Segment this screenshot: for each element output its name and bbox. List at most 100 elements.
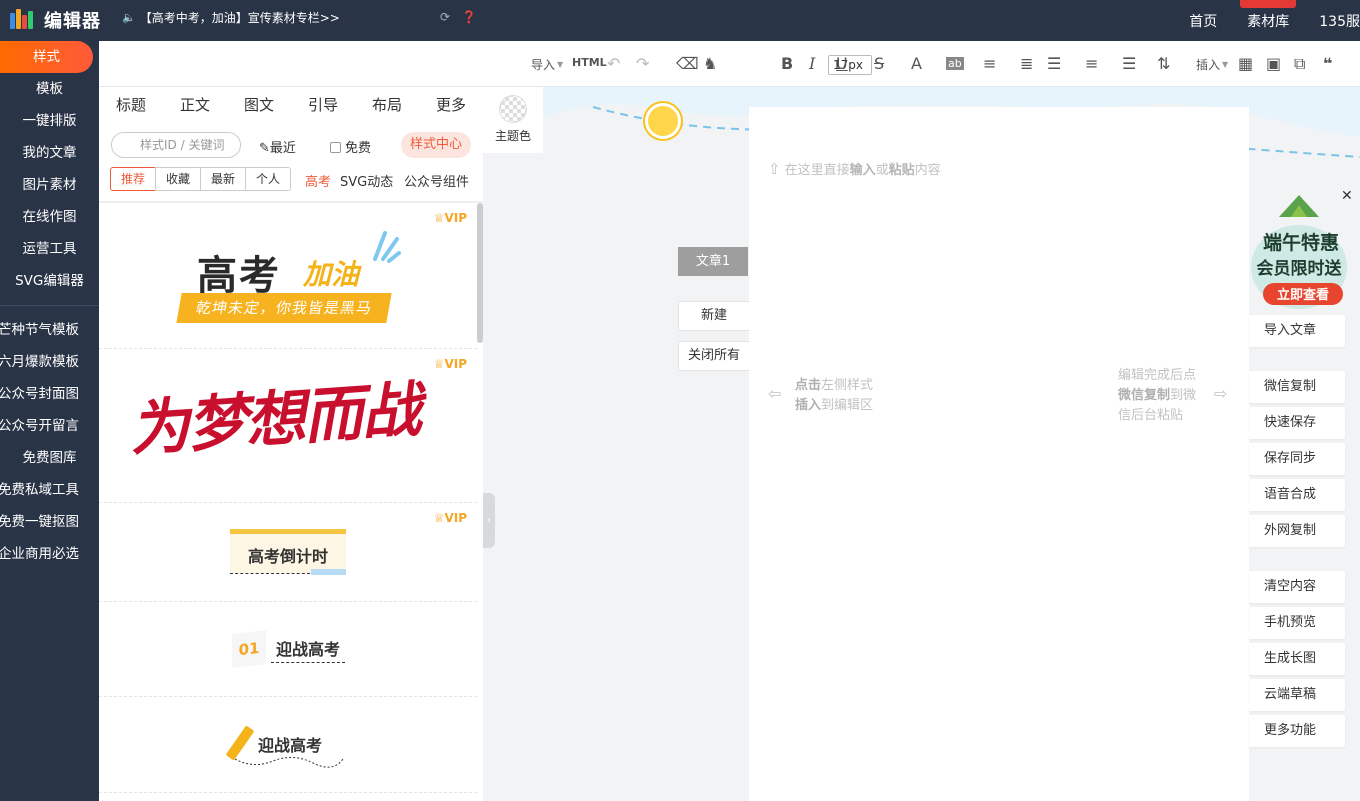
redo-icon[interactable]: ↷	[636, 54, 649, 73]
fn-wechat-copy[interactable]: 微信复制	[1249, 371, 1345, 403]
sidebar-promo[interactable]: 公众号封面图	[0, 378, 99, 410]
editor-canvas[interactable]	[749, 107, 1249, 801]
style-card[interactable]: ♕VIP 高考倒计时	[99, 503, 477, 602]
tab-guide[interactable]: 引导	[291, 87, 355, 123]
line-spacing-icon[interactable]: ≡	[1085, 54, 1098, 73]
card-dream-title: 为梦想而战	[127, 374, 422, 466]
subtab-favorites[interactable]: 收藏	[155, 167, 202, 191]
sidebar-promo[interactable]: 免费一键抠图	[0, 506, 99, 538]
keyword-components[interactable]: 公众号组件	[404, 171, 469, 190]
notice-banner[interactable]: 🔈 【高考中考，加油】宣传素材专栏>>	[122, 9, 340, 26]
fn-tts[interactable]: 语音合成	[1249, 479, 1345, 511]
font-color-icon[interactable]: A	[911, 54, 922, 73]
fn-more[interactable]: 更多功能	[1249, 715, 1345, 747]
editor-toolbar: 导入 ▼ HTML ↶ ↷ ⌫ ♞ 17px B I U S A ab ≡ ≣ ☰…	[99, 41, 1360, 87]
eraser-icon[interactable]: ⌫	[676, 54, 699, 73]
sidebar-promo[interactable]: 免费私域工具	[0, 474, 99, 506]
style-card[interactable]: ♕VIP 为梦想而战	[99, 349, 477, 503]
sidebar-promo[interactable]: 免费图库	[0, 442, 99, 474]
sidebar-promo[interactable]: 六月爆款模板	[0, 346, 99, 378]
sidebar-item-ops-tools[interactable]: 运营工具	[0, 233, 99, 265]
subtab-latest[interactable]: 最新	[200, 167, 247, 191]
sidebar-promo[interactable]: 芒种节气模板	[0, 314, 99, 346]
font-size-select[interactable]: 17px	[828, 55, 872, 75]
sidebar-item-template[interactable]: 模板	[0, 73, 99, 105]
align-icon[interactable]: ≡	[983, 54, 996, 73]
style-card[interactable]: ♕VIP 高考 加油 乾坤未定，你我皆是黑马	[99, 203, 477, 349]
image-icon[interactable]: ▣	[1266, 54, 1281, 73]
paragraph-spacing-icon[interactable]: ☰	[1047, 54, 1061, 73]
line-height-icon[interactable]: ⇅	[1157, 54, 1170, 73]
fn-import-article[interactable]: 导入文章	[1249, 315, 1345, 347]
tab-layout[interactable]: 布局	[355, 87, 419, 123]
keyword-gaokao[interactable]: 高考	[305, 171, 331, 190]
sidebar-item-style[interactable]: 样式	[0, 41, 93, 73]
insert-dropdown[interactable]: 插入 ▼	[1196, 56, 1228, 73]
import-dropdown[interactable]: 导入 ▼	[531, 56, 563, 73]
fn-mobile-preview[interactable]: 手机预览	[1249, 607, 1345, 639]
card-gaokao-cheer: 加油	[303, 258, 360, 291]
logo-mark-icon	[10, 9, 38, 31]
strike-icon[interactable]: S	[874, 54, 884, 73]
tab-more[interactable]: 更多	[419, 87, 483, 123]
fn-long-image[interactable]: 生成长图	[1249, 643, 1345, 675]
tab-image-text[interactable]: 图文	[227, 87, 291, 123]
close-icon[interactable]: ✕	[1341, 188, 1353, 204]
bold-icon[interactable]: B	[781, 54, 793, 73]
gallery-icon[interactable]: ⧉	[1294, 54, 1305, 74]
quote-icon[interactable]: ❝	[1323, 54, 1332, 73]
up-arrow-icon: ⇧	[768, 160, 781, 178]
nav-service[interactable]: 135服务	[1319, 11, 1360, 31]
sidebar-item-svg-editor[interactable]: SVG编辑器	[0, 265, 99, 297]
tab-body[interactable]: 正文	[163, 87, 227, 123]
collapse-panel-icon[interactable]: ‹	[483, 493, 495, 548]
fn-quick-save[interactable]: 快速保存	[1249, 407, 1345, 439]
close-all-button[interactable]: 关闭所有	[678, 341, 750, 371]
subtab-recommend[interactable]: 推荐	[110, 167, 157, 191]
italic-icon[interactable]: I	[809, 54, 815, 73]
style-card[interactable]: 01 迎战高考	[99, 602, 477, 697]
doc-tab[interactable]: 文章1	[678, 247, 748, 276]
nav-library[interactable]: 素材库	[1247, 11, 1289, 31]
search-input[interactable]: 样式ID / 关键词	[111, 132, 241, 158]
theme-color-button[interactable]: 主题色	[483, 87, 543, 153]
style-card[interactable]: 迎战高考	[99, 697, 477, 793]
speaker-icon: 🔈	[122, 11, 136, 24]
fn-clear[interactable]: 清空内容	[1249, 571, 1345, 603]
list-icon[interactable]: ☰	[1122, 54, 1136, 73]
sidebar-item-images[interactable]: 图片素材	[0, 169, 99, 201]
html-button[interactable]: HTML	[572, 56, 607, 69]
fn-save-sync[interactable]: 保存同步	[1249, 443, 1345, 475]
sidebar-promo[interactable]: 公众号开留言	[0, 410, 99, 442]
nav-home[interactable]: 首页	[1189, 11, 1217, 31]
sidebar-item-my-articles[interactable]: 我的文章	[0, 137, 99, 169]
undo-icon[interactable]: ↶	[607, 54, 620, 73]
bg-color-icon[interactable]: ab	[946, 57, 964, 70]
sidebar-item-online-design[interactable]: 在线作图	[0, 201, 99, 233]
table-icon[interactable]: ▦	[1238, 54, 1253, 73]
hint-bold: 输入	[849, 163, 876, 178]
countdown-underline	[230, 573, 310, 574]
checkbox-icon	[330, 142, 341, 153]
fn-cloud-draft[interactable]: 云端草稿	[1249, 679, 1345, 711]
logo-text: 编辑器	[44, 11, 101, 32]
panel-scrollbar[interactable]	[477, 203, 483, 343]
keyword-svg[interactable]: SVG动态	[340, 171, 393, 190]
promo-ad[interactable]: 端午特惠 会员限时送 立即查看	[1249, 187, 1360, 313]
indent-icon[interactable]: ≣	[1020, 54, 1033, 73]
sidebar-promo[interactable]: 企业商用必选	[0, 538, 99, 570]
fn-external-copy[interactable]: 外网复制	[1249, 515, 1345, 547]
new-doc-button[interactable]: 新建	[678, 301, 750, 331]
style-center-button[interactable]: 样式中心	[401, 132, 471, 158]
logo[interactable]: 编辑器	[10, 6, 101, 34]
sidebar-item-auto-layout[interactable]: 一键排版	[0, 105, 99, 137]
refresh-icon[interactable]: ⟳	[440, 10, 450, 24]
underline-icon[interactable]: U	[836, 54, 848, 73]
tab-title[interactable]: 标题	[99, 87, 163, 123]
recent-button[interactable]: ✎最近	[259, 137, 296, 156]
subtab-personal[interactable]: 个人	[245, 167, 292, 191]
format-brush-icon[interactable]: ♞	[703, 54, 717, 73]
search-placeholder: 样式ID / 关键词	[140, 138, 225, 152]
help-icon[interactable]: ❓	[462, 10, 477, 24]
free-checkbox[interactable]: 免费	[330, 137, 371, 156]
